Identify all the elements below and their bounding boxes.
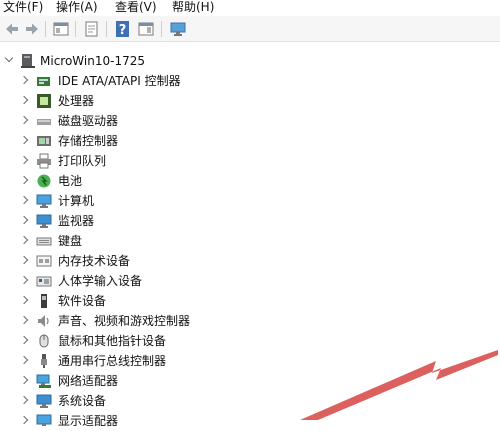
tree-item-label: 磁盘驱动器 <box>58 114 119 128</box>
monitor-icon[interactable] <box>169 20 187 38</box>
network-adapter-icon <box>36 374 51 388</box>
keyboard-icon <box>36 237 52 246</box>
tree-item[interactable]: 通用串行总线控制器 <box>0 351 500 371</box>
tree-item[interactable]: 计算机 <box>0 191 500 211</box>
collapse-chevron-icon[interactable] <box>4 53 14 63</box>
usb-icon <box>41 354 47 368</box>
tree-item-label: 监视器 <box>58 214 95 228</box>
computer-icon <box>36 194 52 208</box>
tree-item[interactable]: 人体学输入设备 <box>0 271 500 291</box>
toolbar-separator <box>45 21 46 37</box>
expand-chevron-icon[interactable] <box>19 275 29 285</box>
tree-item-label: 鼠标和其他指针设备 <box>58 334 167 348</box>
menu-bar: 文件(F) 操作(A) 查看(V) 帮助(H) <box>0 0 500 16</box>
ide-controller-icon <box>37 77 50 86</box>
forward-arrow-icon[interactable] <box>23 20 41 38</box>
menu-action[interactable]: 操作(A) <box>56 0 98 16</box>
expand-chevron-icon[interactable] <box>19 195 29 205</box>
tree-item[interactable]: 声音、视频和游戏控制器 <box>0 311 500 331</box>
tree-item[interactable]: 存储控制器 <box>0 131 500 151</box>
properties-icon[interactable] <box>83 20 101 38</box>
toolbar-separator <box>75 21 76 37</box>
expand-chevron-icon[interactable] <box>19 235 29 245</box>
tree-item-label: 计算机 <box>58 194 95 208</box>
system-device-icon <box>36 394 52 408</box>
tree-item-label: 处理器 <box>58 94 95 108</box>
tree-item-label: 打印队列 <box>58 154 107 168</box>
expand-chevron-icon[interactable] <box>19 215 29 225</box>
tree-item-label: 内存技术设备 <box>58 254 131 268</box>
tree-item[interactable]: 系统设备 <box>0 391 500 411</box>
tree-item[interactable]: IDE ATA/ATAPI 控制器 <box>0 71 500 91</box>
action-pane-icon[interactable] <box>137 20 155 38</box>
expand-chevron-icon[interactable] <box>19 95 29 105</box>
expand-chevron-icon[interactable] <box>19 155 29 165</box>
tree-item-label: 通用串行总线控制器 <box>58 354 167 368</box>
toolbar-separator <box>161 21 162 37</box>
root-label: MicroWin10-1725 <box>40 54 145 68</box>
tree-item[interactable]: 显示适配器 <box>0 411 500 431</box>
computer-root-icon <box>21 54 35 68</box>
expand-chevron-icon[interactable] <box>19 375 29 385</box>
expand-chevron-icon[interactable] <box>19 255 29 265</box>
tree-item-label: 声音、视频和游戏控制器 <box>58 314 191 328</box>
tree-item[interactable]: 电池 <box>0 171 500 191</box>
expand-chevron-icon[interactable] <box>19 295 29 305</box>
hid-icon <box>36 276 52 287</box>
expand-chevron-icon[interactable] <box>19 115 29 125</box>
processor-icon <box>37 94 51 108</box>
tree-item[interactable]: 处理器 <box>0 91 500 111</box>
toolbar-separator <box>106 21 107 37</box>
display-adapter-icon <box>36 414 52 426</box>
tree-item[interactable]: 键盘 <box>0 231 500 251</box>
tree-item[interactable]: 软件设备 <box>0 291 500 311</box>
software-device-icon <box>41 294 47 308</box>
sound-icon <box>38 315 49 327</box>
expand-chevron-icon[interactable] <box>19 175 29 185</box>
console-tree-icon[interactable] <box>52 20 70 38</box>
menu-file[interactable]: 文件(F) <box>3 0 43 16</box>
tree-item[interactable]: 磁盘驱动器 <box>0 111 500 131</box>
tree-item-label: 软件设备 <box>58 294 107 308</box>
disk-drive-icon <box>37 119 51 125</box>
tree-item-label: 电池 <box>58 174 83 188</box>
storage-controller-icon <box>37 136 51 146</box>
tree-item-label: 人体学输入设备 <box>58 274 143 288</box>
tree-item[interactable]: 鼠标和其他指针设备 <box>0 331 500 351</box>
back-arrow-icon[interactable] <box>3 20 21 38</box>
tree-item[interactable]: 监视器 <box>0 211 500 231</box>
svg-text:?: ? <box>119 23 127 38</box>
battery-icon <box>37 174 51 188</box>
tree-item-label: 显示适配器 <box>58 414 119 428</box>
expand-chevron-icon[interactable] <box>19 135 29 145</box>
device-tree: MicroWin10-1725 IDE ATA/ATAPI 控制器 处理器 磁盘… <box>0 42 500 428</box>
tree-item-label: IDE ATA/ATAPI 控制器 <box>58 74 181 88</box>
menu-help[interactable]: 帮助(H) <box>172 0 214 16</box>
help-icon[interactable]: ? <box>114 20 132 38</box>
tree-item[interactable]: 打印队列 <box>0 151 500 171</box>
expand-chevron-icon[interactable] <box>19 395 29 405</box>
tree-item-label: 键盘 <box>58 234 83 248</box>
tree-item-label: 存储控制器 <box>58 134 119 148</box>
tree-item[interactable]: 网络适配器 <box>0 371 500 391</box>
toolbar: ? <box>0 16 500 42</box>
printer-icon <box>37 153 51 169</box>
tree-item-label: 系统设备 <box>58 394 107 408</box>
tree-item-label: 网络适配器 <box>58 374 119 388</box>
monitor-icon <box>36 214 52 228</box>
expand-chevron-icon[interactable] <box>19 335 29 345</box>
expand-chevron-icon[interactable] <box>19 355 29 365</box>
expand-chevron-icon[interactable] <box>19 315 29 325</box>
tree-item[interactable]: 内存技术设备 <box>0 251 500 271</box>
menu-view[interactable]: 查看(V) <box>115 0 157 16</box>
tree-root[interactable]: MicroWin10-1725 <box>0 51 500 71</box>
expand-chevron-icon[interactable] <box>19 415 29 425</box>
expand-chevron-icon[interactable] <box>19 75 29 85</box>
mouse-icon <box>39 334 49 348</box>
memory-icon <box>36 255 52 267</box>
